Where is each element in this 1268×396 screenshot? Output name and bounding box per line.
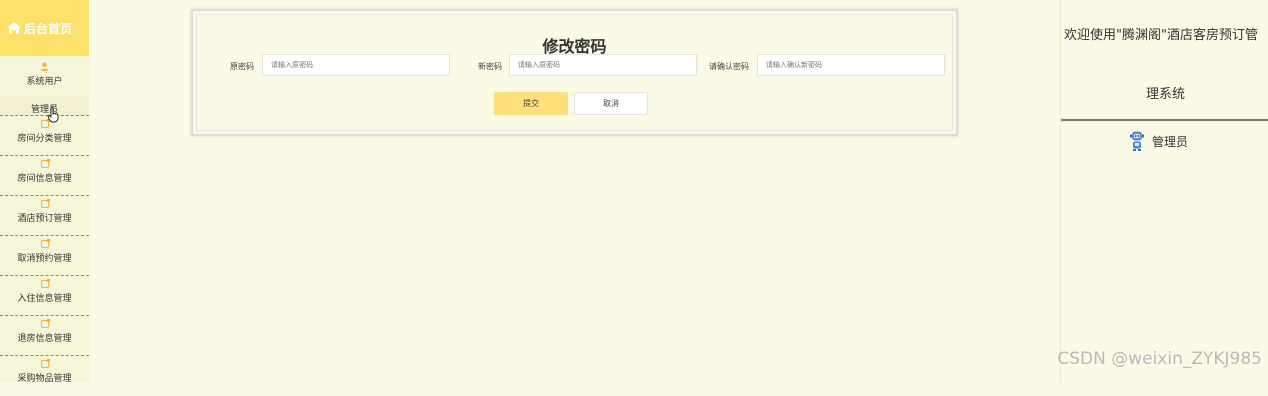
confirm-password-input[interactable] bbox=[757, 54, 945, 76]
new-password-input[interactable] bbox=[509, 54, 697, 76]
home-label: 后台首页 bbox=[24, 21, 73, 36]
new-password-label: 新密码 bbox=[478, 62, 502, 71]
hand-cursor-icon bbox=[47, 107, 59, 123]
welcome-text-line1: 欢迎使用"腾渊阁"酒店客房预订管 bbox=[1064, 28, 1258, 43]
edit-icon bbox=[40, 239, 50, 248]
sidebar: 后台首页 系统用户 管理员 房间分类管理 房间信息管理 酒店预订管理 取消预约管… bbox=[0, 0, 89, 384]
sidebar-item-label: 房间信息管理 bbox=[17, 174, 72, 184]
edit-icon bbox=[40, 359, 50, 368]
change-password-card: 修改密码 原密码 新密码 请确认密码 提交 取消 bbox=[191, 9, 958, 136]
sidebar-item-purchase[interactable]: 采购物品管理 bbox=[0, 356, 89, 396]
sidebar-item-room-info[interactable]: 房间信息管理 bbox=[0, 156, 89, 196]
old-password-input[interactable] bbox=[262, 54, 450, 76]
sidebar-item-admin[interactable]: 管理员 bbox=[0, 96, 89, 116]
sidebar-item-label: 退房信息管理 bbox=[17, 334, 72, 344]
home-icon bbox=[7, 22, 21, 34]
edit-icon bbox=[40, 279, 50, 288]
sidebar-item-label: 酒店预订管理 bbox=[17, 214, 72, 224]
welcome-text-line2: 理系统 bbox=[1146, 87, 1186, 102]
sidebar-group-label: 系统用户 bbox=[26, 77, 63, 87]
sidebar-item-checkin[interactable]: 入住信息管理 bbox=[0, 276, 89, 316]
old-password-label: 原密码 bbox=[230, 62, 254, 71]
sidebar-item-label: 取消预约管理 bbox=[17, 254, 72, 264]
edit-icon bbox=[40, 199, 50, 208]
current-user[interactable]: 管理员 bbox=[1129, 131, 1188, 151]
sidebar-item-room-category[interactable]: 房间分类管理 bbox=[0, 116, 89, 156]
sidebar-item-label: 采购物品管理 bbox=[17, 374, 72, 384]
sidebar-group-system-users[interactable]: 系统用户 bbox=[0, 56, 89, 96]
submit-button[interactable]: 提交 bbox=[494, 92, 568, 115]
user-icon bbox=[40, 62, 49, 71]
welcome-panel: 欢迎使用"腾渊阁"酒店客房预订管 理系统 管理员 bbox=[1060, 0, 1268, 382]
sidebar-item-label: 入住信息管理 bbox=[17, 294, 72, 304]
confirm-password-label: 请确认密码 bbox=[709, 62, 749, 71]
sidebar-item-hotel-booking[interactable]: 酒店预订管理 bbox=[0, 196, 89, 236]
sidebar-item-checkout[interactable]: 退房信息管理 bbox=[0, 316, 89, 356]
sidebar-item-cancel-booking[interactable]: 取消预约管理 bbox=[0, 236, 89, 276]
divider bbox=[1061, 119, 1268, 121]
current-user-role: 管理员 bbox=[1152, 134, 1189, 149]
watermark: CSDN @weixin_ZYKJ985 bbox=[1057, 349, 1262, 369]
edit-icon bbox=[40, 159, 50, 168]
cancel-button[interactable]: 取消 bbox=[574, 92, 648, 115]
edit-icon bbox=[40, 319, 50, 328]
robot-avatar-icon bbox=[1130, 131, 1144, 151]
sidebar-item-label: 房间分类管理 bbox=[17, 134, 72, 144]
home-link[interactable]: 后台首页 bbox=[0, 0, 89, 56]
